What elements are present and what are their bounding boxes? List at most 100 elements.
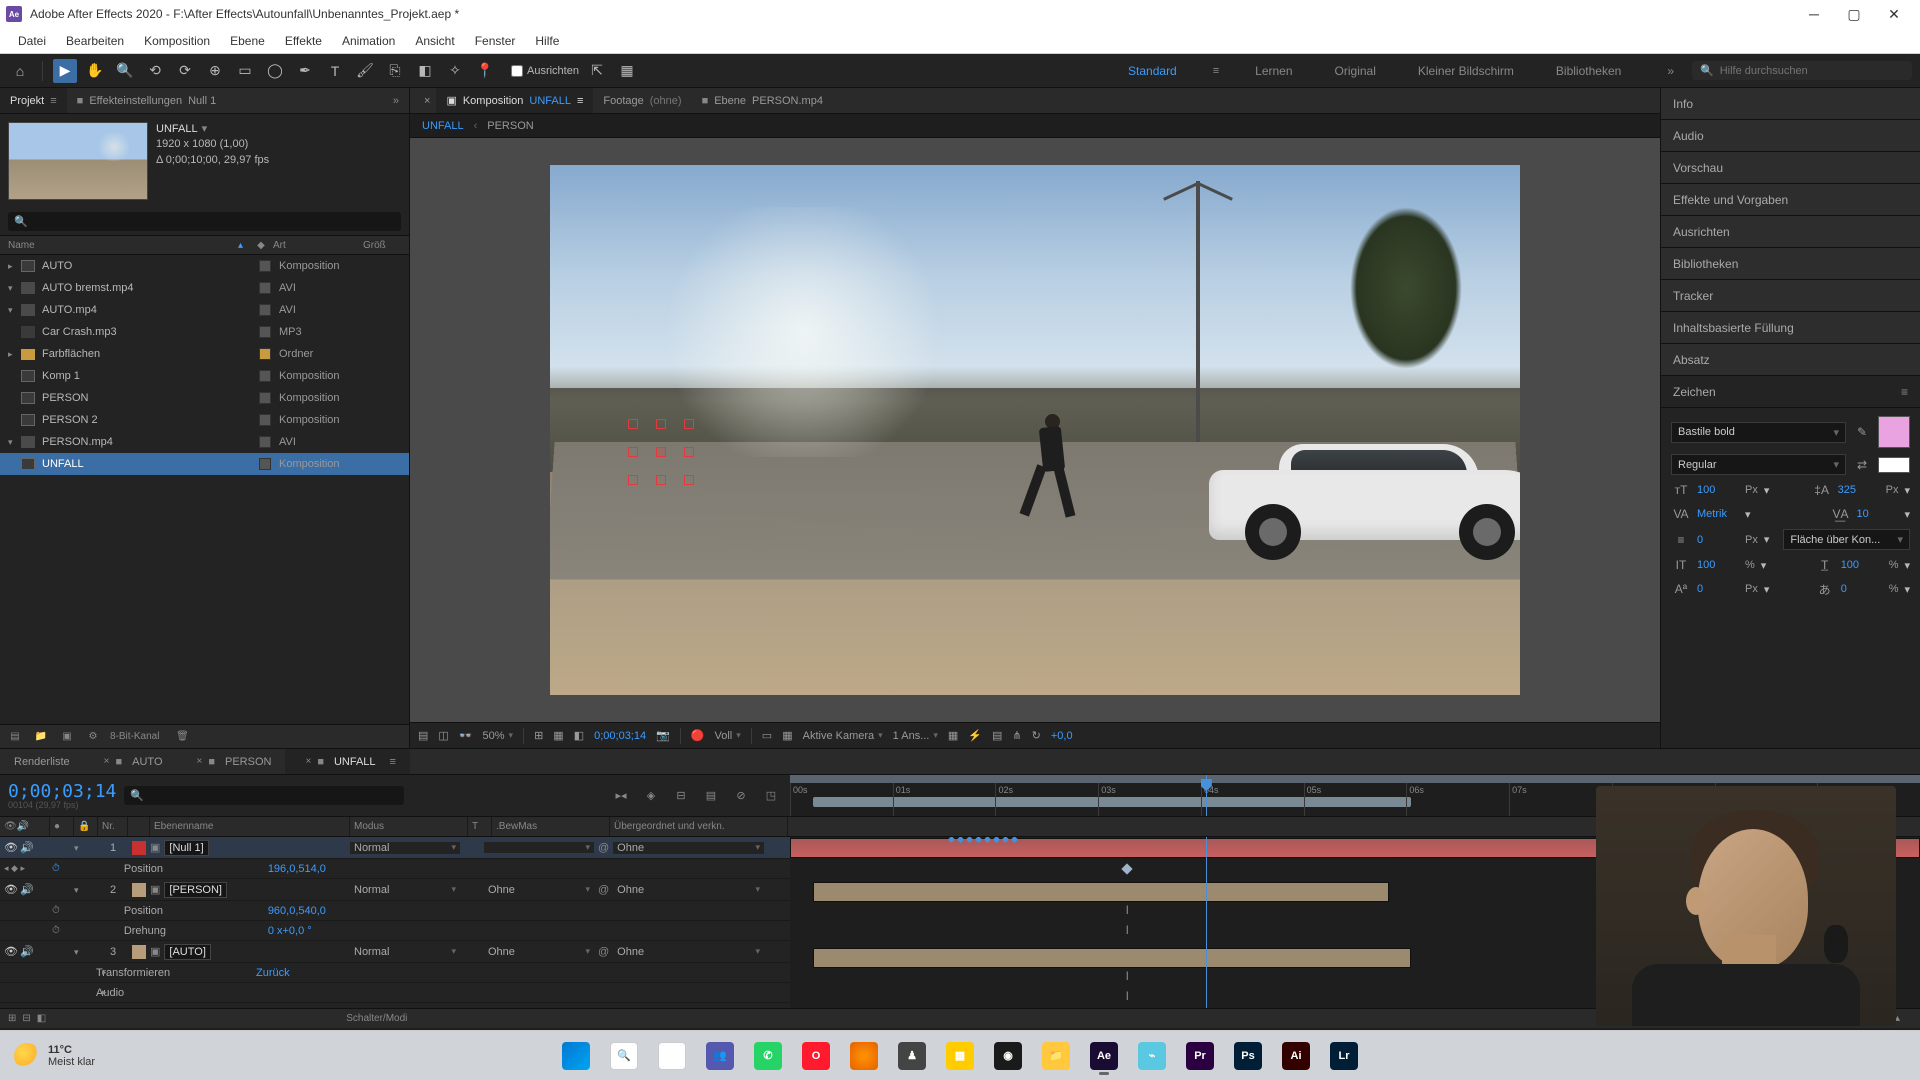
label-column-icon[interactable]: ◆ — [249, 240, 273, 251]
motion-blur-icon[interactable]: ⊘ — [730, 785, 752, 807]
rotate-tool-icon[interactable]: ⟳ — [173, 59, 197, 83]
parent-dropdown[interactable]: Ohne▾ — [613, 884, 764, 896]
pixel-ar-icon[interactable]: ▦ — [948, 729, 958, 742]
3d-icon[interactable]: ◫ — [438, 729, 448, 742]
blend-mode-dropdown[interactable]: Normal▾ — [350, 884, 460, 896]
layer-bar-auto[interactable] — [813, 948, 1412, 968]
taskbar-app-icon[interactable]: 📁 — [1035, 1035, 1077, 1077]
in-out-marker-icon[interactable]: I — [1123, 969, 1131, 983]
timeline-layer-row[interactable]: 👁🔊 ▾ 1 ▣[Null 1] Normal▾ ▾ @Ohne▾ — [0, 837, 790, 859]
snap-grid-icon[interactable]: ▦ — [615, 59, 639, 83]
timecode-display[interactable]: 0;00;03;14 — [594, 730, 646, 742]
snap-options-icon[interactable]: ⇱ — [585, 59, 609, 83]
taskbar-app-icon[interactable]: Pr — [1179, 1035, 1221, 1077]
workspace-standard[interactable]: Standard — [1122, 60, 1183, 82]
track-matte-dropdown[interactable]: Ohne▾ — [484, 884, 594, 896]
graph-editor-icon[interactable]: ◳ — [760, 785, 782, 807]
stopwatch-icon[interactable]: ⏱ — [52, 905, 60, 916]
in-out-marker-icon[interactable]: I — [1123, 923, 1131, 937]
project-item[interactable]: UNFALLKomposition — [0, 453, 409, 475]
resolution-dropdown[interactable]: Voll▾ — [715, 730, 741, 742]
project-item[interactable]: ▾AUTO.mp4AVI — [0, 299, 409, 321]
frame-blend-icon[interactable]: ▤ — [700, 785, 722, 807]
right-panel-bibliotheken[interactable]: Bibliotheken — [1661, 248, 1920, 280]
font-style-dropdown[interactable]: Regular▾ — [1671, 454, 1846, 475]
bit-depth[interactable]: 8-Bit-Kanal — [110, 731, 159, 742]
taskbar-app-icon[interactable]: ✆ — [747, 1035, 789, 1077]
tl-tab-unfall[interactable]: ×■UNFALL≡ — [285, 749, 410, 774]
workspace-kleiner[interactable]: Kleiner Bildschirm — [1412, 60, 1520, 82]
tl-tab-renderlist[interactable]: Renderliste — [0, 749, 84, 774]
taskbar-app-icon[interactable]: 👥 — [699, 1035, 741, 1077]
timeline-icon[interactable]: ▤ — [992, 729, 1002, 742]
project-item[interactable]: Car Crash.mp3MP3 — [0, 321, 409, 343]
snapshot-icon[interactable]: 📷 — [656, 729, 670, 742]
guides-icon[interactable]: ▦ — [553, 729, 563, 742]
menu-bearbeiten[interactable]: Bearbeiten — [56, 30, 134, 52]
pickwhip-icon[interactable]: @ — [598, 842, 609, 854]
project-settings-icon[interactable]: ⚙ — [84, 728, 102, 746]
menu-effekte[interactable]: Effekte — [275, 30, 332, 52]
blend-mode-dropdown[interactable]: Normal▾ — [350, 946, 460, 958]
hand-tool-icon[interactable]: ✋ — [83, 59, 107, 83]
timeline-search-input[interactable] — [148, 790, 398, 802]
pickwhip-icon[interactable]: @ — [598, 946, 609, 958]
toggle-switches-icon[interactable]: ⊞ — [8, 1013, 16, 1024]
minimize-button[interactable]: ─ — [1794, 0, 1834, 28]
project-search[interactable]: 🔍 — [8, 212, 401, 231]
switch-modes-toggle[interactable]: Schalter/Modi — [346, 1013, 407, 1024]
right-panel-info[interactable]: Info — [1661, 88, 1920, 120]
timeline-layer-row[interactable]: 👁🔊 ▾ 3 ▣[AUTO] Normal▾ Ohne▾ @Ohne▾ — [0, 941, 790, 963]
taskbar-app-icon[interactable] — [843, 1035, 885, 1077]
comp-tab-layer[interactable]: ■ Ebene PERSON.mp4 — [692, 88, 833, 113]
visibility-toggle-icon[interactable]: 👁 — [4, 883, 18, 897]
right-panel-audio[interactable]: Audio — [1661, 120, 1920, 152]
anchor-tool-icon[interactable]: ⊕ — [203, 59, 227, 83]
views-dropdown[interactable]: 1 Ans...▾ — [893, 730, 938, 742]
comp-dropdown-icon[interactable]: ▾ — [202, 123, 208, 135]
exposure-value[interactable]: +0,0 — [1051, 730, 1073, 742]
property-value[interactable]: 0 x+0,0 ° — [260, 925, 312, 937]
tab-effect-controls[interactable]: ■ Effekteinstellungen Null 1 » — [67, 88, 409, 113]
roi-icon[interactable]: ▭ — [762, 729, 772, 742]
project-search-input[interactable] — [32, 216, 395, 228]
new-comp-icon[interactable]: ▣ — [58, 728, 76, 746]
comp-mini-flowchart-icon[interactable]: ▸◂ — [610, 785, 632, 807]
close-button[interactable]: ✕ — [1874, 0, 1914, 28]
workspace-bibliotheken[interactable]: Bibliotheken — [1550, 60, 1627, 82]
project-item[interactable]: PERSON 2Komposition — [0, 409, 409, 431]
menu-ansicht[interactable]: Ansicht — [405, 30, 464, 52]
taskbar-app-icon[interactable]: ◉ — [987, 1035, 1029, 1077]
sort-arrow-icon[interactable]: ▴ — [238, 240, 243, 251]
stopwatch-icon[interactable]: ⏱ — [52, 863, 60, 874]
taskbar-app-icon[interactable]: ▦ — [939, 1035, 981, 1077]
alpha-icon[interactable]: ▤ — [418, 729, 428, 742]
rect-tool-icon[interactable]: ▭ — [233, 59, 257, 83]
visibility-toggle-icon[interactable]: 👁 — [4, 945, 18, 959]
menu-fenster[interactable]: Fenster — [465, 30, 526, 52]
breadcrumb-item[interactable]: UNFALL — [422, 120, 464, 132]
stopwatch-icon[interactable]: ⏱ — [52, 925, 60, 936]
draft3d-icon[interactable]: ◈ — [640, 785, 662, 807]
tsume-value[interactable]: 0 — [1841, 583, 1883, 595]
fill-color-swatch[interactable] — [1878, 416, 1910, 448]
interpret-footage-icon[interactable]: ▤ — [6, 728, 24, 746]
layer-bar-person[interactable] — [813, 882, 1389, 902]
tracking-value[interactable]: 10 — [1856, 508, 1898, 520]
pickwhip-icon[interactable]: @ — [598, 884, 609, 896]
project-item[interactable]: ▸AUTOKomposition — [0, 255, 409, 277]
timeline-search[interactable]: 🔍 — [124, 786, 404, 805]
in-out-marker-icon[interactable]: I — [1123, 903, 1131, 917]
selection-handles[interactable] — [628, 419, 694, 485]
stroke-width-value[interactable]: 0 — [1697, 534, 1739, 546]
font-size-value[interactable]: 100 — [1697, 484, 1739, 496]
track-matte-dropdown[interactable]: Ohne▾ — [484, 946, 594, 958]
project-item[interactable]: ▾AUTO bremst.mp4AVI — [0, 277, 409, 299]
tl-tab-auto[interactable]: ×■AUTO — [84, 749, 177, 774]
property-value[interactable]: 196,0,514,0 — [260, 863, 326, 875]
baseline-value[interactable]: 0 — [1697, 583, 1739, 595]
workspace-lernen[interactable]: Lernen — [1249, 60, 1298, 82]
property-row[interactable]: ⏱Drehung0 x+0,0 ° — [0, 921, 790, 941]
taskbar-app-icon[interactable]: Ae — [1083, 1035, 1125, 1077]
taskbar-app-icon[interactable]: O — [795, 1035, 837, 1077]
